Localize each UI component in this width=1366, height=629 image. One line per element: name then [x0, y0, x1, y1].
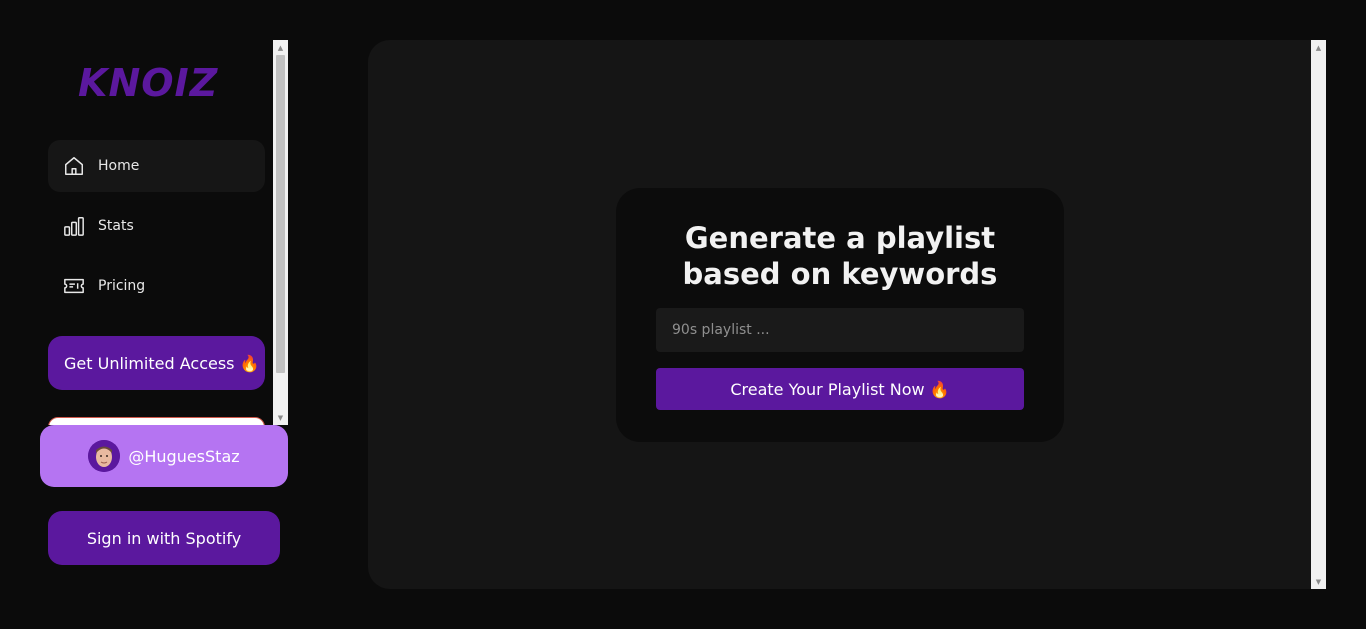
sidebar-scrollbar[interactable]: ▲ ▼ [273, 40, 288, 425]
ticket-icon [62, 274, 86, 298]
scroll-up-arrow-icon[interactable]: ▲ [273, 40, 288, 55]
sidebar-item-label: Home [98, 158, 140, 174]
svg-text:KNOIZ: KNOIZ [78, 61, 219, 104]
main-panel: Generate a playlist based on keywords Cr… [368, 40, 1326, 589]
avatar [88, 440, 121, 472]
sidebar-item-label: Stats [98, 218, 134, 234]
get-unlimited-access-button[interactable]: Get Unlimited Access 🔥 [48, 336, 265, 390]
knoiz-logo[interactable]: KNOIZ [78, 60, 238, 105]
sidebar-item-home[interactable]: Home [48, 140, 265, 192]
partially-hidden-button[interactable] [48, 417, 265, 425]
scroll-down-arrow-icon[interactable]: ▼ [1311, 574, 1326, 589]
main-scrollbar[interactable]: ▲ ▼ [1311, 40, 1326, 589]
create-playlist-button[interactable]: Create Your Playlist Now 🔥 [656, 368, 1024, 410]
sidebar-item-pricing[interactable]: Pricing [48, 260, 265, 312]
user-handle: @HuguesStaz [128, 446, 240, 466]
sidebar-item-stats[interactable]: Stats [48, 200, 265, 252]
sidebar: KNOIZ Home Stats Pricing Get Unlimited A… [0, 40, 288, 425]
home-icon [62, 154, 86, 178]
scroll-up-arrow-icon[interactable]: ▲ [1311, 40, 1326, 55]
sidebar-item-label: Pricing [98, 278, 146, 294]
playlist-generator-card: Generate a playlist based on keywords Cr… [616, 188, 1064, 442]
page-title: Generate a playlist based on keywords [682, 221, 998, 291]
sign-in-spotify-button[interactable]: Sign in with Spotify [48, 511, 280, 565]
scrollbar-thumb[interactable] [276, 55, 285, 373]
user-profile-button[interactable]: @HuguesStaz [40, 425, 288, 487]
bar-chart-icon [62, 214, 86, 238]
scroll-down-arrow-icon[interactable]: ▼ [273, 410, 288, 425]
keywords-input[interactable] [656, 308, 1024, 352]
